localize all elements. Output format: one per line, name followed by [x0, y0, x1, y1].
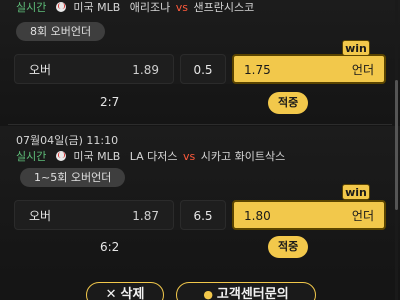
market-tag: 8회 오버언더	[16, 22, 106, 41]
live-status: 실시간	[16, 150, 47, 163]
over-label: 오버	[29, 63, 52, 77]
over-odds: 1.87	[132, 209, 159, 223]
away-team: 시카고 화이트삭스	[200, 150, 286, 163]
support-label: 고객센터문의	[216, 287, 289, 300]
bet-card-1: 실시간 미국 MLB 애리조나 vs 샌프란시스코 8회 오버언더 오버 1.8…	[0, 0, 400, 122]
over-option[interactable]: 오버 1.89	[14, 54, 174, 84]
win-badge: win	[342, 40, 370, 56]
baseball-icon	[55, 151, 66, 161]
over-odds: 1.89	[132, 63, 159, 77]
odds-row: 오버 1.89 0.5 1.75 언더	[14, 54, 386, 84]
over-option[interactable]: 오버 1.87	[14, 200, 174, 230]
home-team: LA 다저스	[129, 150, 178, 163]
under-odds: 1.75	[244, 63, 271, 77]
scrollbar-thumb[interactable]	[395, 80, 398, 210]
vs-label: vs	[183, 150, 196, 163]
baseball-icon	[55, 2, 66, 12]
hit-badge: 적중	[268, 236, 309, 258]
delete-button[interactable]: ✕ 삭제	[86, 282, 164, 300]
bet-card-2: 07월04일(금) 11:10 실시간 미국 MLB LA 다저스 vs 시카고…	[0, 126, 400, 276]
under-option-selected[interactable]: 1.75 언더	[232, 54, 386, 84]
league-name: 미국 MLB	[73, 1, 121, 14]
game-datetime: 07월04일(금) 11:10	[16, 134, 119, 147]
under-odds: 1.80	[244, 209, 271, 223]
user-icon: ●	[203, 288, 213, 300]
game-info-line: 실시간 미국 MLB 애리조나 vs 샌프란시스코	[16, 0, 254, 15]
final-score: 6:2	[100, 240, 120, 254]
under-label: 언더	[351, 209, 374, 223]
odds-row: 오버 1.87 6.5 1.80 언더	[14, 200, 386, 230]
delete-label: 삭제	[120, 287, 145, 300]
under-option-selected[interactable]: 1.80 언더	[232, 200, 386, 230]
win-badge: win	[342, 184, 370, 200]
card-divider	[8, 124, 392, 125]
home-team: 애리조나	[129, 1, 171, 14]
game-info-line: 실시간 미국 MLB LA 다저스 vs 시카고 화이트삭스	[16, 148, 285, 164]
close-icon: ✕	[105, 287, 117, 300]
under-label: 언더	[351, 63, 374, 77]
league-name: 미국 MLB	[73, 150, 121, 163]
handicap-line: 0.5	[180, 54, 226, 84]
final-score: 2:7	[100, 95, 120, 109]
hit-badge: 적중	[268, 92, 309, 114]
market-tag: 1~5회 오버언더	[20, 168, 126, 187]
over-label: 오버	[29, 209, 52, 223]
customer-support-button[interactable]: ● 고객센터문의	[176, 282, 316, 300]
handicap-line: 6.5	[180, 200, 226, 230]
away-team: 샌프란시스코	[193, 1, 255, 14]
live-status: 실시간	[16, 1, 47, 14]
vs-label: vs	[175, 1, 189, 14]
